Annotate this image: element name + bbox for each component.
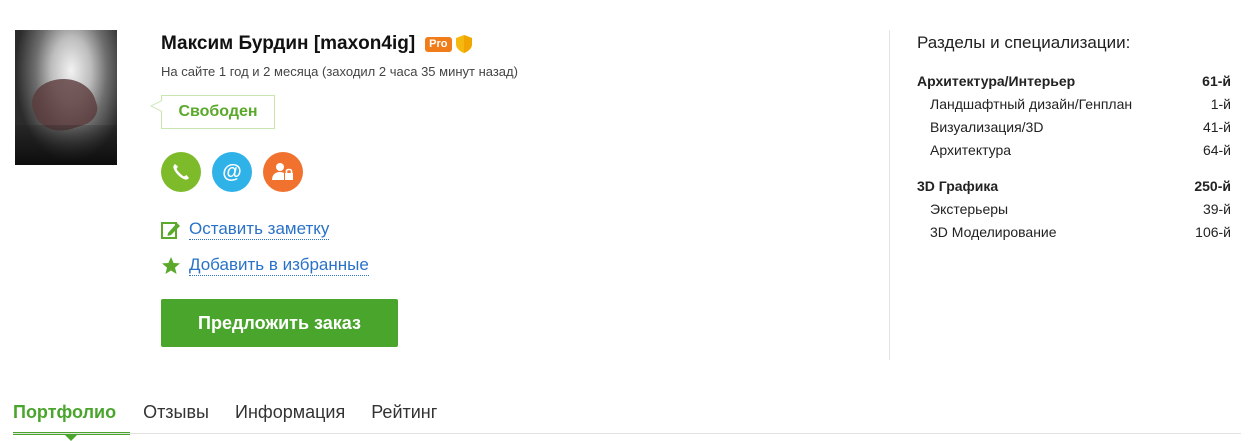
spec-item-rank: 41-й — [1202, 119, 1231, 135]
leave-note-label[interactable]: Оставить заметку — [189, 219, 330, 240]
spec-item-rank: 64-й — [1202, 142, 1231, 158]
edit-note-icon — [161, 221, 180, 239]
specializations-panel: Разделы и специализации: Архитектура/Инт… — [917, 30, 1231, 244]
spec-item: Архитектура 64-й — [917, 139, 1231, 162]
lock-user-icon — [272, 163, 293, 180]
pro-badge[interactable]: Pro — [425, 36, 452, 52]
offer-order-button[interactable]: Предложить заказ — [161, 299, 398, 347]
add-favorite-link[interactable]: Добавить в избранные — [161, 255, 369, 276]
spec-group-name: Архитектура/Интерьер — [917, 73, 1076, 89]
spec-item-name: Ландшафтный дизайн/Генплан — [930, 96, 1133, 112]
spec-item-name: Экстерьеры — [930, 201, 1009, 217]
availability-badge: Свободен — [150, 95, 275, 129]
spec-group-name: 3D Графика — [917, 178, 999, 194]
star-icon — [162, 256, 180, 274]
specializations-title: Разделы и специализации: — [917, 33, 1131, 52]
avatar-photo-shadow — [15, 125, 117, 165]
spec-item: 3D Моделирование 106-й — [917, 221, 1231, 244]
spec-group-header: 3D Графика 250-й — [917, 175, 1231, 198]
tab-rating[interactable]: Рейтинг — [358, 390, 450, 434]
user-avatar[interactable] — [15, 30, 117, 165]
email-button[interactable]: @ — [212, 152, 252, 192]
add-favorite-label[interactable]: Добавить в избранные — [189, 255, 369, 276]
spec-group-rank: 61-й — [1202, 73, 1231, 89]
spec-item-rank: 39-й — [1202, 201, 1231, 217]
spec-item-name: Визуализация/3D — [930, 119, 1044, 135]
spec-group: Архитектура/Интерьер 61-й Ландшафтный ди… — [917, 70, 1231, 162]
spec-group-rank: 250-й — [1194, 178, 1231, 194]
spec-item-name: 3D Моделирование — [930, 224, 1057, 240]
profile-header: Максим Бурдин [maxon4ig] Pro — [161, 32, 472, 56]
spec-item-rank: 1-й — [1210, 96, 1231, 112]
contact-buttons: @ — [161, 152, 303, 192]
profile-tabs: Портфолио Отзывы Информация Рейтинг — [13, 390, 450, 441]
spec-group-header: Архитектура/Интерьер 61-й — [917, 70, 1231, 93]
phone-button[interactable] — [161, 152, 201, 192]
spec-item-name: Архитектура — [930, 142, 1012, 158]
tabs-underline — [13, 433, 1241, 434]
spec-item: Визуализация/3D 41-й — [917, 116, 1231, 139]
online-status: На сайте 1 год и 2 месяца (заходил 2 час… — [161, 64, 518, 79]
email-icon: @ — [222, 160, 242, 183]
profile-name: Максим Бурдин [maxon4ig] — [161, 33, 416, 54]
spec-item: Экстерьеры 39-й — [917, 198, 1231, 221]
verified-shield-icon[interactable] — [455, 35, 472, 53]
private-contact-button[interactable] — [263, 152, 303, 192]
leave-note-link[interactable]: Оставить заметку — [161, 219, 330, 240]
tab-information[interactable]: Информация — [222, 390, 358, 434]
tab-reviews[interactable]: Отзывы — [130, 390, 222, 434]
spec-item: Ландшафтный дизайн/Генплан 1-й — [917, 93, 1231, 116]
phone-icon — [173, 164, 189, 180]
spec-item-rank: 106-й — [1195, 224, 1231, 240]
panel-divider — [889, 30, 890, 360]
spec-group: 3D Графика 250-й Экстерьеры 39-й 3D Моде… — [917, 175, 1231, 244]
tab-portfolio[interactable]: Портфолио — [13, 390, 131, 441]
